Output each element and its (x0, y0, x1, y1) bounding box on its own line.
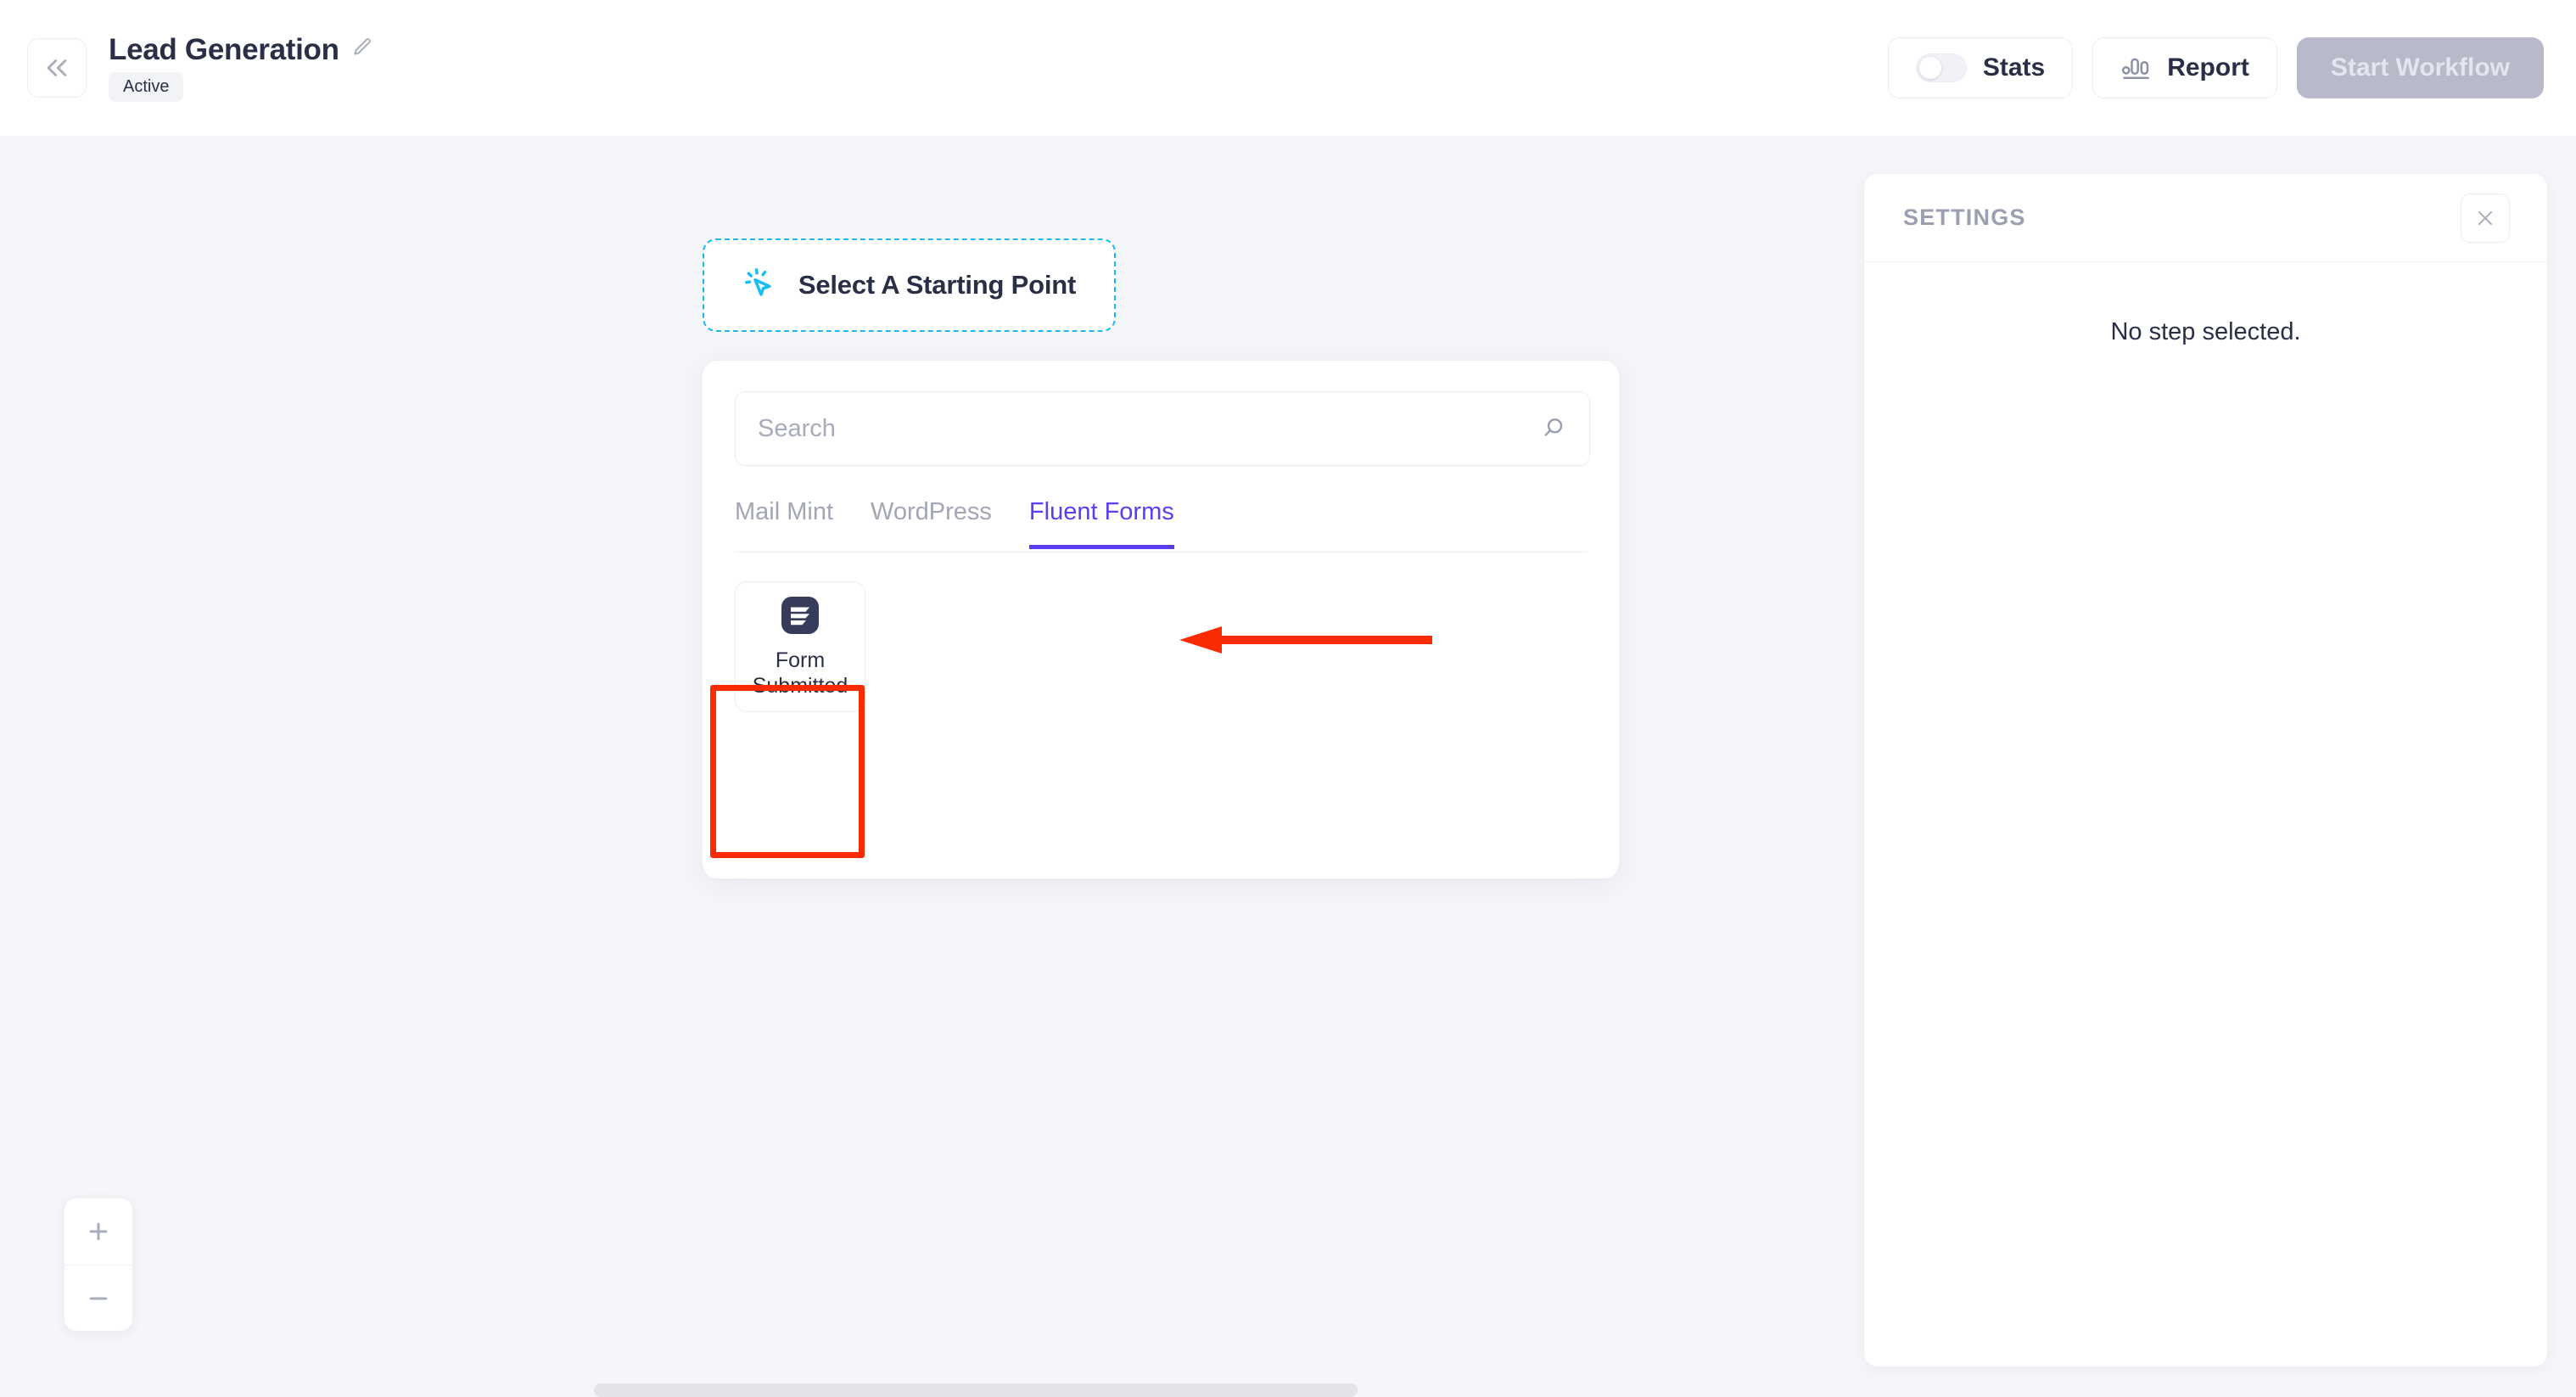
scrollbar-thumb[interactable] (594, 1383, 1358, 1397)
trigger-picker-panel: Mail Mint WordPress Fluent Forms Form Su… (703, 361, 1619, 878)
workflow-title-block: Lead Generation Active (109, 35, 373, 102)
minus-icon (86, 1286, 111, 1311)
toggle-knob (1918, 57, 1941, 79)
workflow-builder-app: Lead Generation Active Stats Report Star… (0, 0, 2576, 1397)
trigger-source-tabs: Mail Mint WordPress Fluent Forms (735, 500, 1587, 553)
stats-toggle-switch[interactable] (1915, 53, 1967, 82)
search-input[interactable] (736, 414, 1589, 443)
cursor-click-icon (742, 266, 780, 304)
header-left-group: Lead Generation Active (0, 35, 373, 102)
select-starting-point-node[interactable]: Select A Starting Point (703, 238, 1116, 332)
trigger-item-grid: Form Submitted (735, 581, 1587, 712)
settings-panel-body: No step selected. (1864, 262, 2547, 346)
no-step-selected-message: No step selected. (2110, 318, 2301, 345)
tab-wordpress[interactable]: WordPress (871, 500, 992, 549)
stats-toggle-button[interactable]: Stats (1887, 37, 2074, 98)
start-workflow-button[interactable]: Start Workflow (2296, 37, 2544, 98)
close-settings-button[interactable] (2461, 193, 2510, 243)
canvas-zoom-controls (64, 1198, 132, 1331)
search-icon[interactable] (1540, 415, 1567, 442)
settings-panel: SETTINGS No step selected. (1864, 174, 2547, 1366)
settings-panel-header: SETTINGS (1864, 174, 2547, 262)
report-label: Report (2167, 53, 2249, 81)
app-header: Lead Generation Active Stats Report Star… (0, 0, 2576, 136)
collapse-sidebar-button[interactable] (27, 38, 87, 98)
settings-panel-title: SETTINGS (1903, 205, 2026, 230)
tab-fluent-forms[interactable]: Fluent Forms (1028, 500, 1174, 549)
title-row: Lead Generation (109, 35, 373, 65)
search-box[interactable] (735, 391, 1590, 466)
plus-icon (86, 1219, 111, 1244)
zoom-in-button[interactable] (64, 1198, 132, 1265)
fluent-forms-logo-icon (780, 595, 820, 636)
report-button[interactable]: Report (2092, 37, 2277, 98)
pencil-edit-icon[interactable] (351, 36, 373, 63)
tab-mail-mint[interactable]: Mail Mint (735, 500, 833, 549)
trigger-item-label: Form Submitted (752, 648, 848, 698)
trigger-item-form-submitted[interactable]: Form Submitted (735, 581, 865, 712)
status-badge: Active (109, 71, 184, 102)
zoom-out-button[interactable] (64, 1265, 132, 1331)
double-chevron-left-icon (42, 53, 71, 82)
canvas-horizontal-scrollbar[interactable] (0, 1378, 1864, 1397)
select-starting-point-label: Select A Starting Point (798, 270, 1077, 300)
page-title: Lead Generation (109, 32, 339, 66)
close-x-icon (2474, 207, 2496, 229)
header-actions-group: Stats Report Start Workflow (1887, 0, 2544, 136)
bar-chart-icon (2120, 53, 2151, 82)
workflow-canvas[interactable]: Select A Starting Point Mail Mint WordPr… (0, 136, 1864, 1397)
stats-label: Stats (1982, 53, 2046, 81)
